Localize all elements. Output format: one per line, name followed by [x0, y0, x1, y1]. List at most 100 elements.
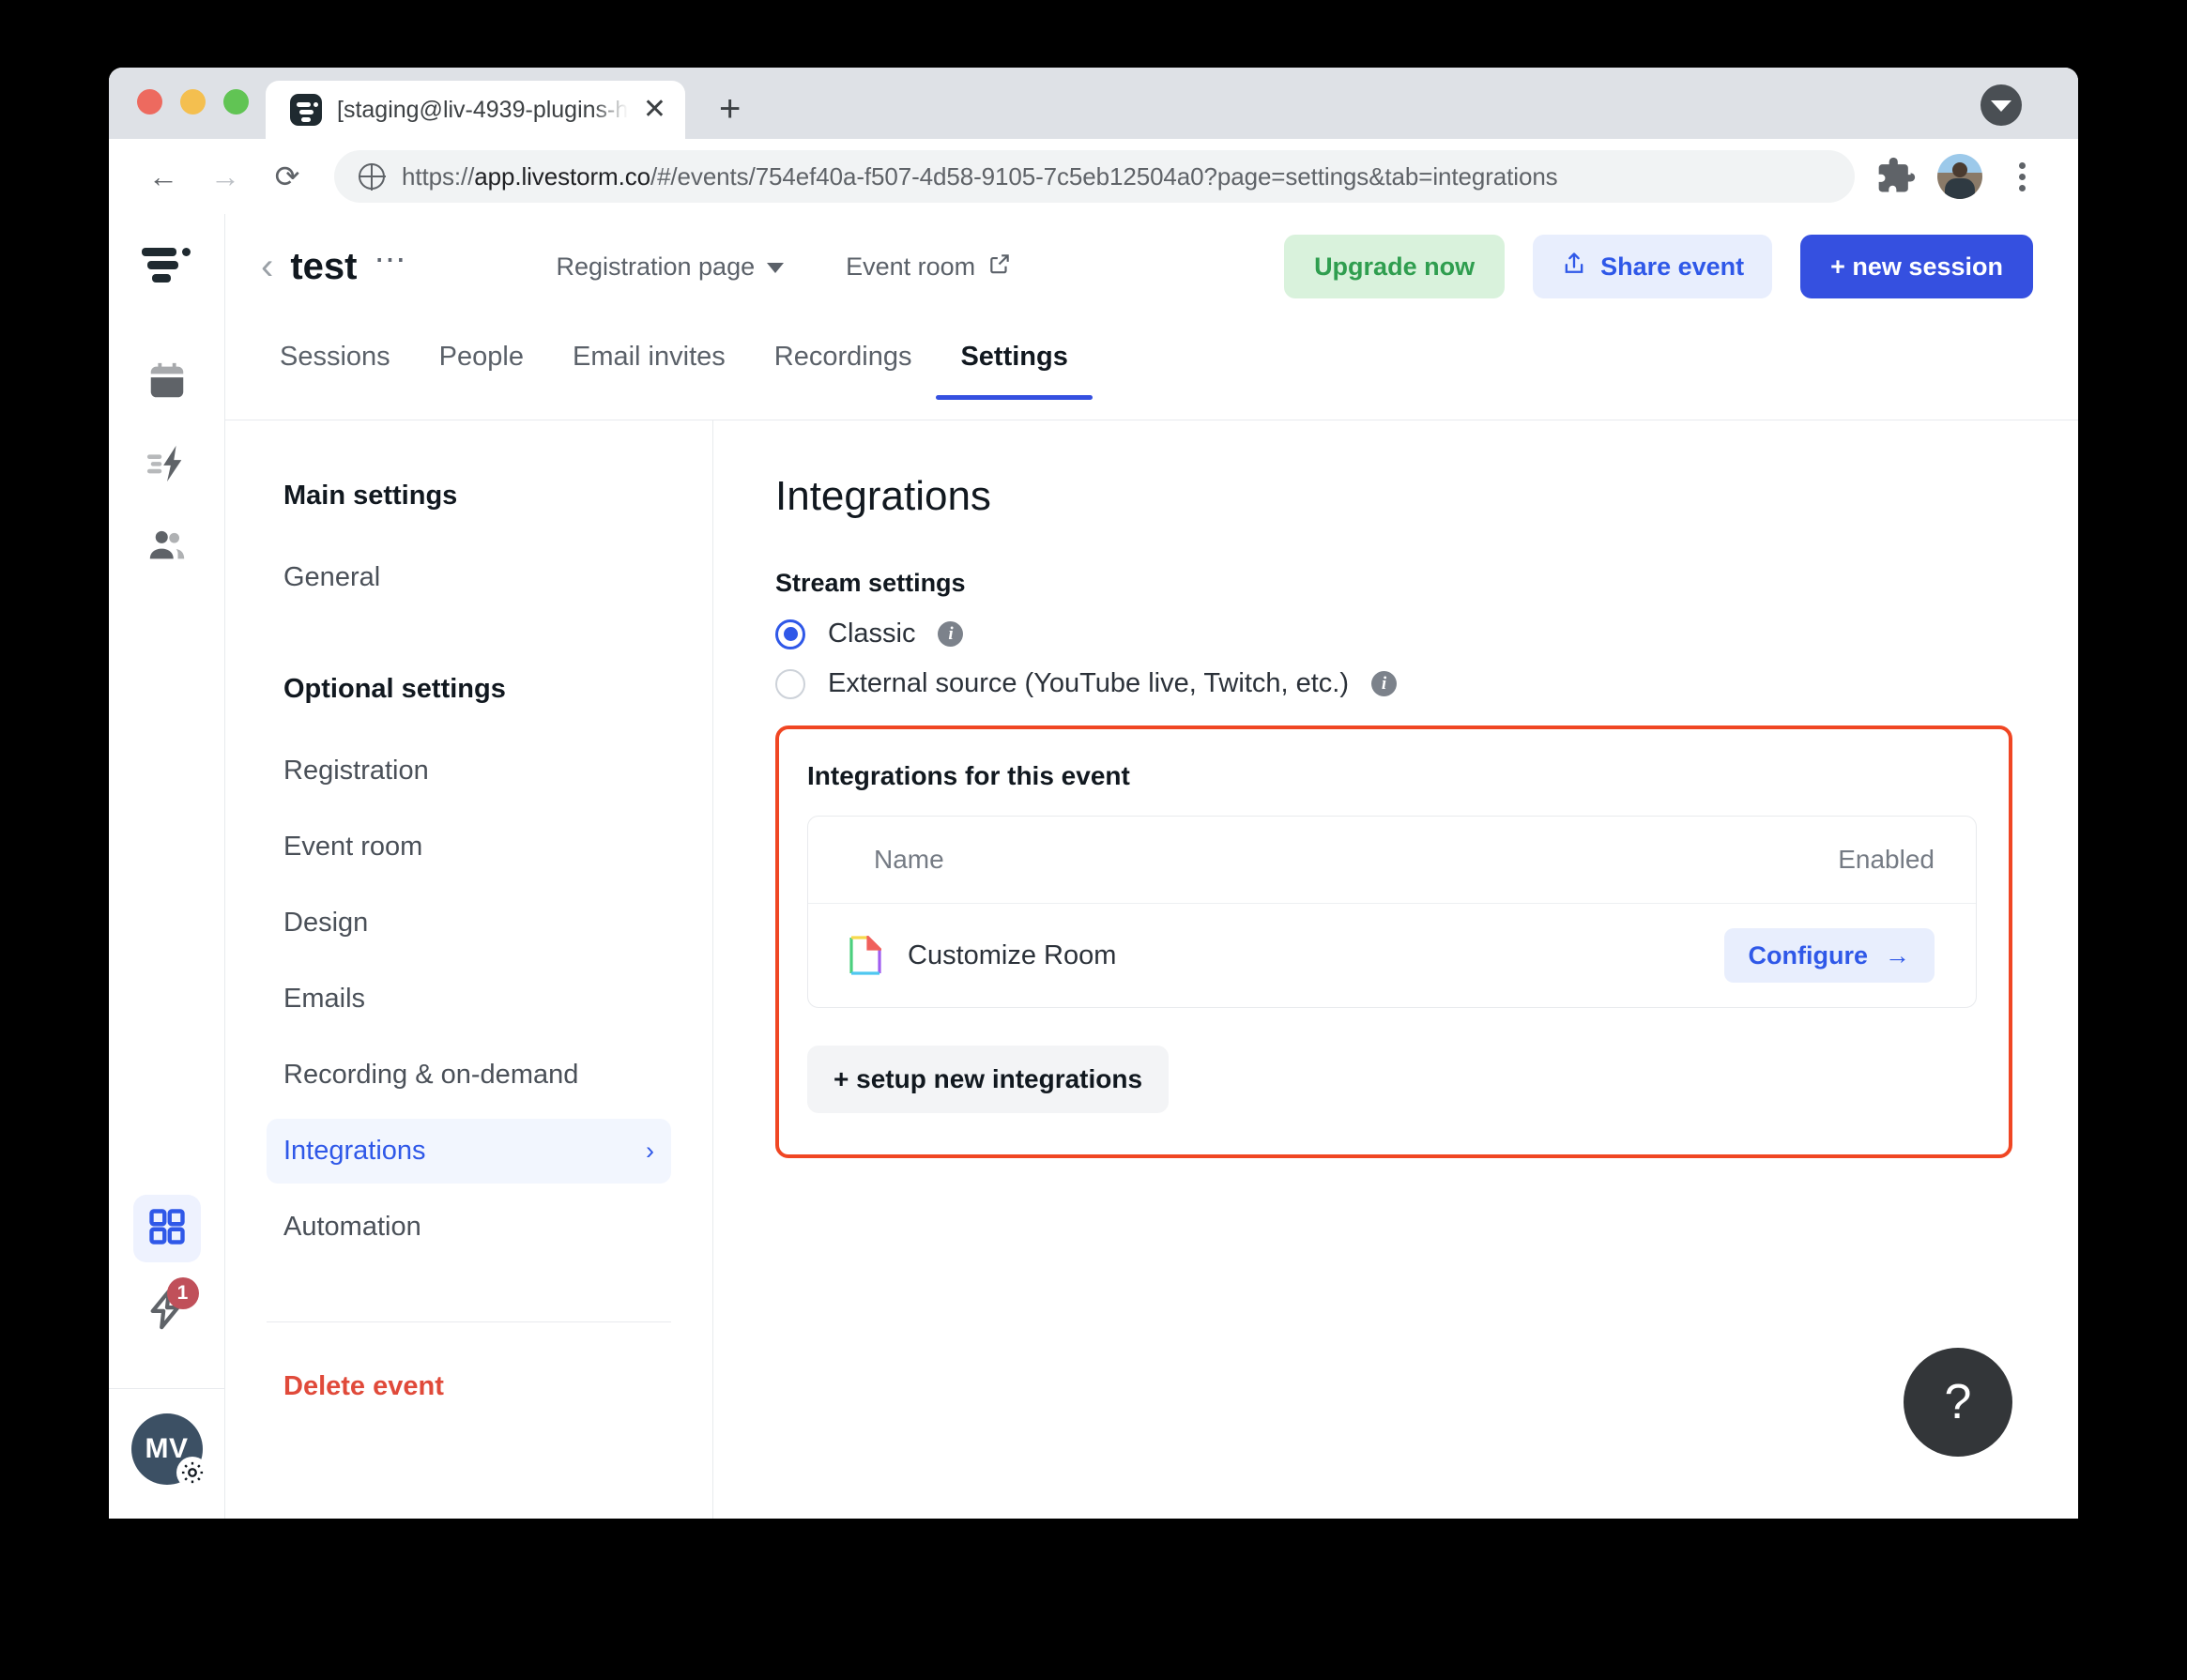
stream-settings-label: Stream settings — [775, 569, 966, 597]
close-tab-icon[interactable]: ✕ — [643, 96, 666, 124]
tab-list-chevron-down-icon[interactable] — [1981, 84, 2022, 126]
integration-name-cell: Customize Room — [849, 934, 1724, 975]
sidebar-item-integrations[interactable]: Integrations › — [267, 1119, 671, 1184]
new-tab-button[interactable]: + — [719, 90, 741, 128]
panel-title: Integrations — [775, 473, 991, 519]
sidebar-item-automation[interactable]: Automation — [267, 1195, 671, 1260]
browser-tab-title: [staging@liv-4939-plugins-ha — [337, 96, 628, 123]
radio-classic[interactable] — [775, 619, 805, 649]
browser-window: [staging@liv-4939-plugins-ha ✕ + ← → ⟳ h… — [109, 68, 2078, 1519]
updates-count-badge: 1 — [166, 1277, 199, 1309]
close-window-button[interactable] — [137, 89, 162, 115]
external-link-icon — [987, 252, 1012, 283]
browser-tab[interactable]: [staging@liv-4939-plugins-ha ✕ — [266, 81, 685, 139]
page-title: test — [290, 245, 358, 287]
app-main: ‹ test ⋯ Registration page Event room Up… — [225, 214, 2078, 1519]
chrome-profile-avatar[interactable] — [1937, 154, 1982, 199]
column-header-name: Name — [874, 845, 944, 874]
share-icon — [1561, 251, 1587, 283]
optional-settings-heading: Optional settings — [283, 674, 506, 704]
browser-tab-strip: [staging@liv-4939-plugins-ha ✕ + — [109, 68, 2078, 139]
globe-icon — [359, 163, 385, 190]
sidebar-item-label: General — [283, 562, 381, 592]
sidebar-item-design[interactable]: Design — [267, 891, 671, 955]
sidebar-item-registration[interactable]: Registration — [267, 739, 671, 803]
extensions-puzzle-icon[interactable] — [1875, 156, 1917, 197]
back-chevron-icon[interactable]: ‹ — [255, 248, 290, 285]
sidebar-item-label: Automation — [283, 1212, 421, 1242]
radio-classic-label: Classic — [828, 619, 916, 649]
chevron-down-icon — [767, 263, 785, 273]
sidebar-item-apps[interactable] — [132, 1195, 201, 1262]
event-tabs: Sessions People Email invites Recordings… — [225, 319, 2078, 420]
sidebar-item-calendar[interactable] — [133, 349, 201, 417]
info-icon[interactable]: i — [1371, 671, 1398, 696]
sidebar-item-label: Emails — [283, 984, 366, 1014]
minimize-window-button[interactable] — [180, 89, 206, 115]
user-avatar[interactable]: MV — [130, 1413, 208, 1489]
sidebar-item-recording-on-demand[interactable]: Recording & on-demand — [267, 1043, 671, 1107]
setup-new-integrations-button[interactable]: + setup new integrations — [807, 1046, 1170, 1113]
integrations-table: Name Enabled Customize Room Configure → — [807, 816, 1977, 1008]
browser-toolbar: ← → ⟳ https://app.livestorm.co/#/events/… — [109, 139, 2078, 214]
main-settings-heading: Main settings — [283, 481, 458, 511]
customize-room-document-icon — [849, 934, 883, 975]
new-session-button[interactable]: + new session — [1800, 235, 2033, 298]
lightning-lines-icon — [145, 442, 189, 490]
event-room-link[interactable]: Event room — [846, 252, 1012, 283]
gear-icon[interactable] — [176, 1457, 208, 1489]
sidebar-item-label: Event room — [283, 832, 423, 862]
table-row: Customize Room Configure → — [808, 904, 1976, 1007]
tab-people[interactable]: People — [415, 328, 548, 399]
integrations-highlight-box: Integrations for this event Name Enabled — [775, 725, 2012, 1158]
sidebar-item-label: Design — [283, 908, 369, 938]
configure-button[interactable]: Configure → — [1723, 928, 1935, 983]
stream-option-external[interactable]: External source (YouTube live, Twitch, e… — [775, 668, 2012, 699]
sidebar-item-label: Registration — [283, 756, 429, 786]
browser-menu-icon[interactable] — [2001, 156, 2042, 197]
registration-page-dropdown[interactable]: Registration page — [556, 252, 785, 282]
integrations-panel: Integrations Stream settings Classic i E… — [713, 420, 2078, 1519]
sidebar-item-contacts[interactable] — [133, 514, 201, 582]
app-root: 1 MV ‹ test ⋯ Registration page Event ro… — [109, 214, 2078, 1519]
configure-label: Configure — [1748, 940, 1869, 970]
settings-sidebar: Main settings General Optional settings … — [225, 420, 713, 1519]
tab-settings[interactable]: Settings — [936, 328, 1094, 400]
tab-email-invites[interactable]: Email invites — [548, 328, 750, 399]
forward-button[interactable]: → — [199, 150, 252, 203]
event-header: ‹ test ⋯ Registration page Event room Up… — [225, 214, 2078, 319]
back-button[interactable]: ← — [137, 150, 190, 203]
upgrade-now-button[interactable]: Upgrade now — [1284, 235, 1506, 298]
arrow-right-icon: → — [1885, 940, 1910, 970]
tab-recordings[interactable]: Recordings — [750, 328, 937, 399]
registration-page-label: Registration page — [556, 252, 756, 281]
stream-option-classic[interactable]: Classic i — [775, 619, 2012, 649]
reload-button[interactable]: ⟳ — [261, 150, 314, 203]
share-event-button[interactable]: Share event — [1533, 235, 1773, 298]
livestorm-logo-icon[interactable] — [141, 246, 192, 283]
window-traffic-lights — [109, 89, 249, 139]
column-header-enabled: Enabled — [1838, 845, 1935, 874]
sidebar-item-event-room[interactable]: Event room — [267, 815, 671, 879]
people-icon — [145, 525, 189, 573]
help-button[interactable]: ? — [1904, 1348, 2012, 1457]
event-more-options-icon[interactable]: ⋯ — [357, 244, 422, 289]
maximize-window-button[interactable] — [223, 89, 249, 115]
delete-event-button[interactable]: Delete event — [267, 1322, 671, 1402]
radio-external-source-label: External source (YouTube live, Twitch, e… — [828, 668, 1350, 698]
sidebar-item-general[interactable]: General — [267, 545, 671, 610]
info-icon[interactable]: i — [938, 621, 964, 647]
radio-external-source[interactable] — [775, 668, 805, 699]
rail-divider — [109, 1388, 224, 1389]
sidebar-item-automations[interactable] — [133, 432, 201, 499]
tab-sessions[interactable]: Sessions — [255, 328, 415, 399]
calendar-icon — [145, 359, 189, 407]
sidebar-item-label: Integrations — [283, 1136, 426, 1166]
address-bar[interactable]: https://app.livestorm.co/#/events/754ef4… — [334, 150, 1855, 203]
address-bar-url: https://app.livestorm.co/#/events/754ef4… — [402, 161, 1558, 191]
apps-grid-icon — [146, 1206, 188, 1252]
sidebar-item-emails[interactable]: Emails — [267, 967, 671, 1031]
sidebar-item-updates[interactable]: 1 — [133, 1277, 201, 1345]
settings-content: Main settings General Optional settings … — [225, 420, 2078, 1519]
sidebar-item-label: Recording & on-demand — [283, 1060, 579, 1090]
